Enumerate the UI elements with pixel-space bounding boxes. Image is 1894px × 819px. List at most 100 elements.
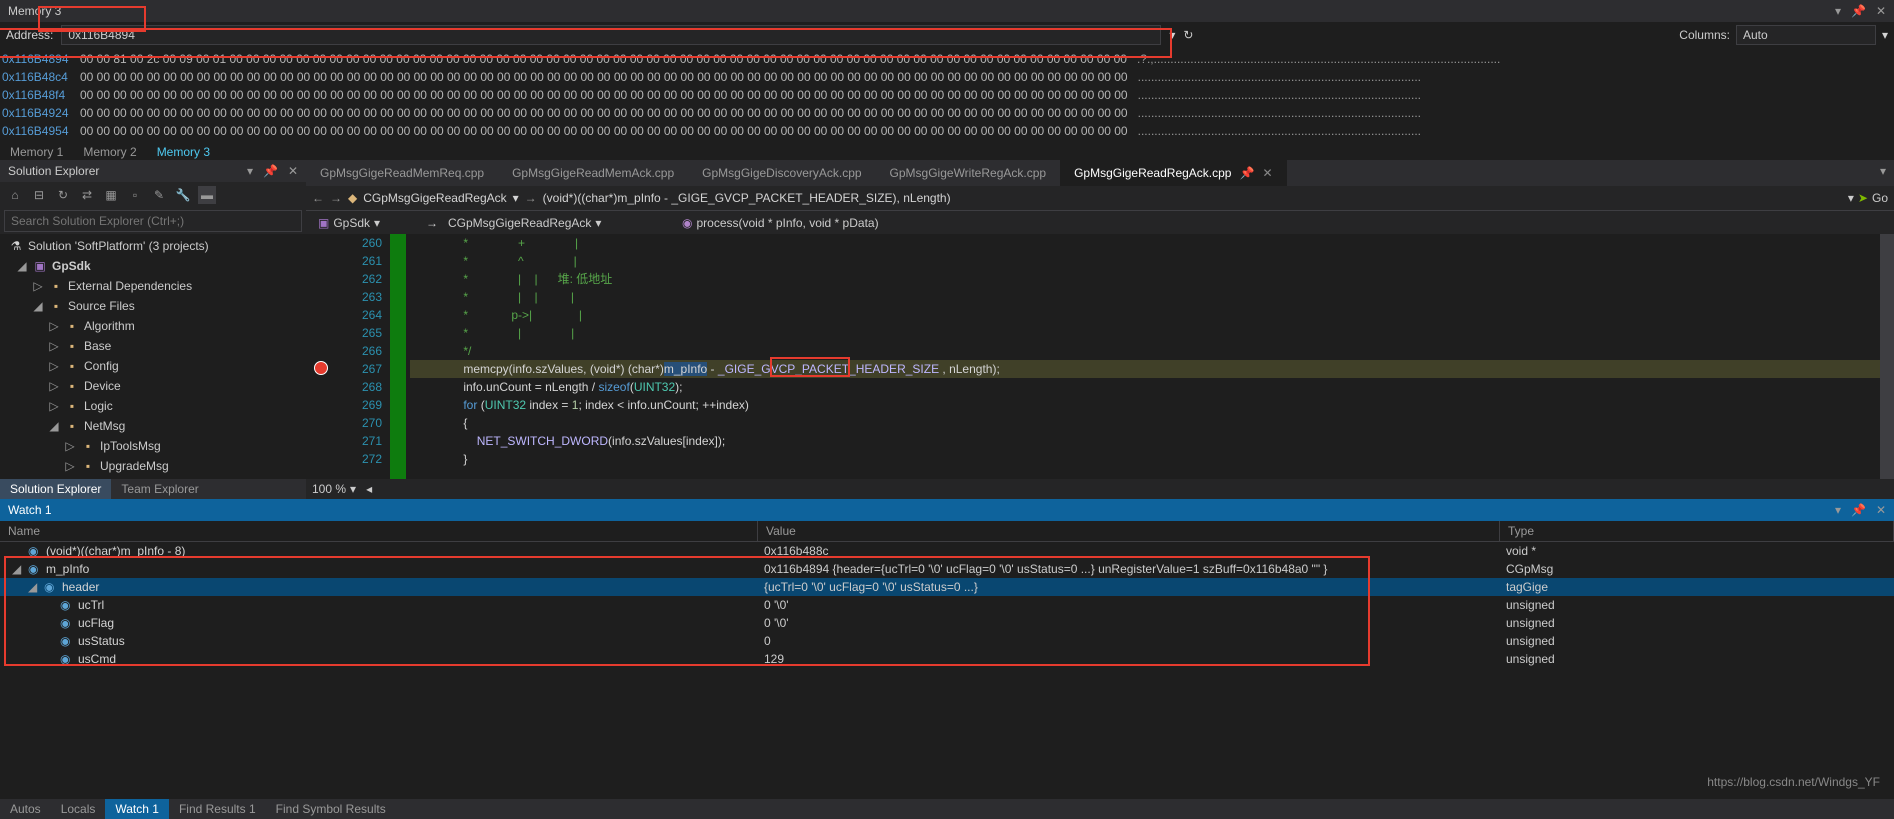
close-icon[interactable]: ✕ xyxy=(1262,166,1272,180)
tree-node[interactable]: ◢▪NetMsg xyxy=(0,416,306,436)
mem-hex[interactable]: 00 00 00 00 00 00 00 00 00 00 00 00 00 0… xyxy=(80,68,1128,86)
expand-icon[interactable]: ◢ xyxy=(28,578,40,596)
nav-class[interactable]: CGpMsgGigeReadRegAck xyxy=(363,191,506,205)
dropdown-icon[interactable]: ▾ xyxy=(1169,28,1175,42)
show-all-icon[interactable]: ▦ xyxy=(102,186,120,204)
close-icon[interactable]: ✕ xyxy=(288,164,298,178)
solution-search[interactable] xyxy=(4,210,302,232)
memory-tab[interactable]: Memory 1 xyxy=(0,142,73,162)
watch-tab[interactable]: Locals xyxy=(51,799,106,819)
editor-scrollbar[interactable] xyxy=(1880,234,1894,479)
editor-tab[interactable]: GpMsgGigeWriteRegAck.cpp xyxy=(876,160,1061,186)
dropdown-icon[interactable]: ▾ xyxy=(350,482,356,496)
context-class[interactable]: CGpMsgGigeReadRegAck ▾ xyxy=(442,214,672,232)
pin-icon[interactable]: 📌 xyxy=(1851,4,1866,18)
editor-tab[interactable]: GpMsgGigeReadMemReq.cpp xyxy=(306,160,498,186)
watch-type: unsigned xyxy=(1500,632,1894,650)
tree-node[interactable]: ▷▪UpgradeMsg xyxy=(0,456,306,476)
watch-row[interactable]: ◉ucTrl0 '\0'unsigned xyxy=(0,596,1894,614)
dropdown-icon[interactable]: ▾ xyxy=(513,191,519,205)
watch-row[interactable]: ◢◉m_pInfo0x116b4894 {header={ucTrl=0 '\0… xyxy=(0,560,1894,578)
tree-node[interactable]: ◢▪Source Files xyxy=(0,296,306,316)
dropdown-icon[interactable]: ▾ xyxy=(1872,160,1894,186)
nav-method[interactable]: (void*)((char*)m_pInfo - _GIGE_GVCP_PACK… xyxy=(543,191,1842,205)
code-change-gutter xyxy=(390,234,406,479)
variable-icon: ◉ xyxy=(60,614,74,632)
editor-tab[interactable]: GpMsgGigeReadMemAck.cpp xyxy=(498,160,688,186)
go-button[interactable]: ▾ ➤ Go xyxy=(1848,191,1888,205)
close-icon[interactable]: ✕ xyxy=(1876,503,1886,517)
context-method[interactable]: ◉ process(void * pInfo, void * pData) xyxy=(676,214,885,232)
tree-label: Config xyxy=(84,357,119,375)
toggle-icon[interactable]: ▬ xyxy=(198,186,216,204)
watch-tab[interactable]: Watch 1 xyxy=(105,799,169,819)
expand-icon[interactable]: ◢ xyxy=(12,560,24,578)
refresh-icon[interactable]: ↻ xyxy=(54,186,72,204)
refresh-icon[interactable]: ↻ xyxy=(1183,28,1193,42)
back-icon[interactable]: ← xyxy=(312,191,324,205)
tree-label: NetMsg xyxy=(84,417,125,435)
watch-col-name[interactable]: Name xyxy=(0,521,758,541)
project-node[interactable]: ◢ ▣ GpSdk xyxy=(0,256,306,276)
forward-icon[interactable]: → xyxy=(330,191,342,205)
variable-icon: ◉ xyxy=(28,560,42,578)
solution-root[interactable]: ⚗ Solution 'SoftPlatform' (3 projects) xyxy=(0,236,306,256)
columns-dropdown[interactable] xyxy=(1736,25,1876,45)
home-icon[interactable]: ⌂ xyxy=(6,186,24,204)
zoom-level[interactable]: 100 % xyxy=(312,482,346,496)
context-project[interactable]: ▣ GpSdk ▾ xyxy=(312,214,422,232)
memory-tab[interactable]: Memory 2 xyxy=(73,142,146,162)
dropdown-icon[interactable]: ▾ xyxy=(1882,28,1888,42)
editor-context-bar: ▣ GpSdk ▾ → CGpMsgGigeReadRegAck ▾ ◉ pro… xyxy=(306,210,1894,234)
mem-hex[interactable]: 00 00 00 00 00 00 00 00 00 00 00 00 00 0… xyxy=(80,86,1128,104)
mem-hex[interactable]: 00 00 00 00 00 00 00 00 00 00 00 00 00 0… xyxy=(80,104,1128,122)
close-icon[interactable]: ✕ xyxy=(1876,4,1886,18)
dropdown-icon[interactable]: ▾ xyxy=(247,164,253,178)
pin-icon[interactable]: 📌 xyxy=(1851,503,1866,517)
mem-hex[interactable]: 00 00 81 00 2c 00 09 00 01 00 00 00 00 0… xyxy=(80,50,1127,68)
preview-icon[interactable]: ▫ xyxy=(126,186,144,204)
tab-team-explorer[interactable]: Team Explorer xyxy=(111,479,208,499)
watch-name: m_pInfo xyxy=(46,560,89,578)
watch-row[interactable]: ◉usStatus0unsigned xyxy=(0,632,1894,650)
tree-node[interactable]: ▷▪IpToolsMsg xyxy=(0,436,306,456)
watch-row[interactable]: ◉(void*)((char*)m_pInfo - 8)0x116b488cvo… xyxy=(0,542,1894,560)
sync-icon[interactable]: ⇄ xyxy=(78,186,96,204)
tree-node[interactable]: ▷▪External Dependencies xyxy=(0,276,306,296)
tree-node[interactable]: ▷▪Algorithm xyxy=(0,316,306,336)
breakpoint-icon[interactable] xyxy=(314,361,328,375)
code-content[interactable]: * + | * ^ | * | | 堆: 低地址 * | | xyxy=(406,234,1894,479)
watch-tab[interactable]: Autos xyxy=(0,799,51,819)
properties-icon[interactable]: ✎ xyxy=(150,186,168,204)
mem-hex[interactable]: 00 00 00 00 00 00 00 00 00 00 00 00 00 0… xyxy=(80,122,1128,140)
folder-icon: ▪ xyxy=(64,417,80,435)
memory-tab[interactable]: Memory 3 xyxy=(147,142,220,162)
tree-node[interactable]: ▷▪Logic xyxy=(0,396,306,416)
watch-row[interactable]: ◉usCmd129unsigned xyxy=(0,650,1894,668)
dropdown-icon[interactable]: ▾ xyxy=(1835,4,1841,18)
tree-node[interactable]: ▷▪Config xyxy=(0,356,306,376)
watch-tab[interactable]: Find Results 1 xyxy=(169,799,266,819)
address-input[interactable] xyxy=(61,25,1161,45)
dropdown-icon[interactable]: ▾ xyxy=(1835,503,1841,517)
close-icon[interactable]: 📌 xyxy=(1239,166,1254,180)
memory-toolbar: Address: ▾ ↻ Columns: ▾ xyxy=(0,22,1894,48)
tree-node[interactable]: ▷▪Base xyxy=(0,336,306,356)
watch-row[interactable]: ◉ucFlag0 '\0'unsigned xyxy=(0,614,1894,632)
editor-tab[interactable]: GpMsgGigeDiscoveryAck.cpp xyxy=(688,160,875,186)
code-area[interactable]: 260261262263264265266267268269270271272 … xyxy=(306,234,1894,479)
tree-label: Source Files xyxy=(68,297,135,315)
watch-title: Watch 1 xyxy=(8,503,52,517)
tree-node[interactable]: ▷▪Device xyxy=(0,376,306,396)
collapse-icon[interactable]: ⊟ xyxy=(30,186,48,204)
wrench-icon[interactable]: 🔧 xyxy=(174,186,192,204)
editor-tab[interactable]: GpMsgGigeReadRegAck.cpp📌✕ xyxy=(1060,160,1286,186)
watch-tab[interactable]: Find Symbol Results xyxy=(266,799,396,819)
tab-solution-explorer[interactable]: Solution Explorer xyxy=(0,479,111,499)
pin-icon[interactable]: 📌 xyxy=(263,164,278,178)
memory-panel: Memory 3 ▾ 📌 ✕ Address: ▾ ↻ Columns: ▾ 0… xyxy=(0,0,1894,160)
watch-col-value[interactable]: Value xyxy=(758,521,1500,541)
watch-row[interactable]: ◢◉header{ucTrl=0 '\0' ucFlag=0 '\0' usSt… xyxy=(0,578,1894,596)
watch-col-type[interactable]: Type xyxy=(1500,521,1894,541)
dropdown-icon: ▾ xyxy=(1848,191,1854,205)
